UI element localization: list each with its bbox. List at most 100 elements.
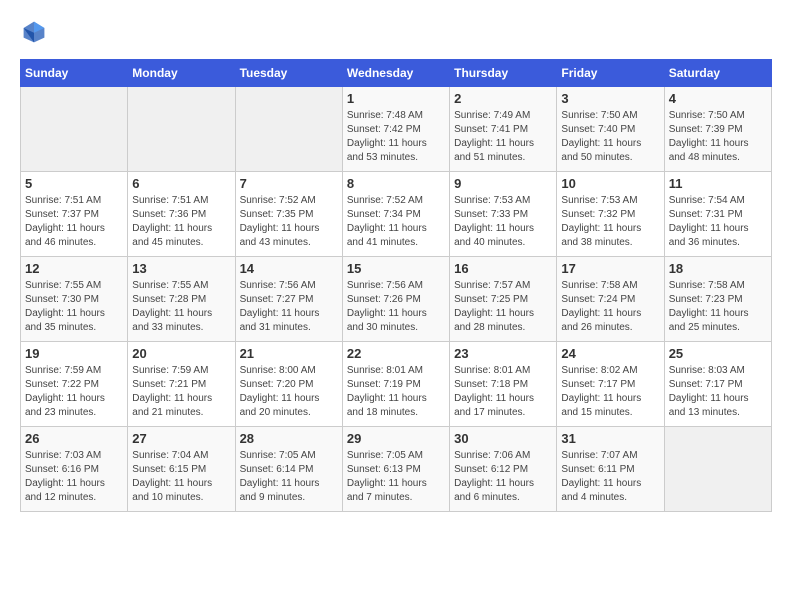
calendar-cell: 8 Sunrise: 7:52 AMSunset: 7:34 PMDaylight… <box>342 172 449 257</box>
logo <box>20 20 50 49</box>
day-number: 7 <box>240 176 338 191</box>
day-info: Sunrise: 8:00 AMSunset: 7:20 PMDaylight:… <box>240 364 338 420</box>
day-info: Sunrise: 7:52 AMSunset: 7:34 PMDaylight:… <box>347 194 445 250</box>
day-number: 16 <box>454 261 552 276</box>
day-number: 31 <box>561 431 659 446</box>
calendar-cell: 13 Sunrise: 7:55 AMSunset: 7:28 PMDayligh… <box>128 257 235 342</box>
day-number: 12 <box>25 261 123 276</box>
calendar-cell: 31 Sunrise: 7:07 AMSunset: 6:11 PMDayligh… <box>557 427 664 512</box>
day-info: Sunrise: 7:53 AMSunset: 7:33 PMDaylight:… <box>454 194 552 250</box>
calendar-cell: 16 Sunrise: 7:57 AMSunset: 7:25 PMDayligh… <box>450 257 557 342</box>
calendar-week-row: 12 Sunrise: 7:55 AMSunset: 7:30 PMDayligh… <box>21 257 772 342</box>
day-number: 28 <box>240 431 338 446</box>
day-info: Sunrise: 8:02 AMSunset: 7:17 PMDaylight:… <box>561 364 659 420</box>
day-info: Sunrise: 8:01 AMSunset: 7:18 PMDaylight:… <box>454 364 552 420</box>
calendar-cell: 26Sunrise: 7:03 AMSunset: 6:16 PMDayligh… <box>21 427 128 512</box>
day-info: Sunrise: 7:51 AMSunset: 7:37 PMDaylight:… <box>25 194 123 250</box>
calendar-table: SundayMondayTuesdayWednesdayThursdayFrid… <box>20 59 772 512</box>
day-number: 3 <box>561 91 659 106</box>
day-number: 11 <box>669 176 767 191</box>
calendar-cell: 24 Sunrise: 8:02 AMSunset: 7:17 PMDayligh… <box>557 342 664 427</box>
calendar-cell <box>128 87 235 172</box>
day-number: 5 <box>25 176 123 191</box>
calendar-cell: 29 Sunrise: 7:05 AMSunset: 6:13 PMDayligh… <box>342 427 449 512</box>
day-number: 19 <box>25 346 123 361</box>
weekday-header-wednesday: Wednesday <box>342 60 449 87</box>
day-number: 27 <box>132 431 230 446</box>
calendar-cell: 14 Sunrise: 7:56 AMSunset: 7:27 PMDayligh… <box>235 257 342 342</box>
calendar-cell: 11 Sunrise: 7:54 AMSunset: 7:31 PMDayligh… <box>664 172 771 257</box>
day-number: 10 <box>561 176 659 191</box>
day-info: Sunrise: 7:58 AMSunset: 7:24 PMDaylight:… <box>561 279 659 335</box>
calendar-cell: 21 Sunrise: 8:00 AMSunset: 7:20 PMDayligh… <box>235 342 342 427</box>
day-info: Sunrise: 8:01 AMSunset: 7:19 PMDaylight:… <box>347 364 445 420</box>
day-info: Sunrise: 7:59 AMSunset: 7:21 PMDaylight:… <box>132 364 230 420</box>
calendar-cell: 1 Sunrise: 7:48 AMSunset: 7:42 PMDaylight… <box>342 87 449 172</box>
day-number: 20 <box>132 346 230 361</box>
day-number: 22 <box>347 346 445 361</box>
day-info: Sunrise: 7:56 AMSunset: 7:27 PMDaylight:… <box>240 279 338 335</box>
calendar-cell: 25 Sunrise: 8:03 AMSunset: 7:17 PMDayligh… <box>664 342 771 427</box>
calendar-cell: 27Sunrise: 7:04 AMSunset: 6:15 PMDayligh… <box>128 427 235 512</box>
logo-icon <box>22 20 46 44</box>
calendar-cell: 3 Sunrise: 7:50 AMSunset: 7:40 PMDaylight… <box>557 87 664 172</box>
day-number: 18 <box>669 261 767 276</box>
calendar-cell: 10 Sunrise: 7:53 AMSunset: 7:32 PMDayligh… <box>557 172 664 257</box>
day-number: 23 <box>454 346 552 361</box>
day-number: 17 <box>561 261 659 276</box>
calendar-cell: 22 Sunrise: 8:01 AMSunset: 7:19 PMDayligh… <box>342 342 449 427</box>
calendar-cell: 5 Sunrise: 7:51 AMSunset: 7:37 PMDaylight… <box>21 172 128 257</box>
weekday-header-friday: Friday <box>557 60 664 87</box>
day-number: 13 <box>132 261 230 276</box>
day-info: Sunrise: 7:06 AMSunset: 6:12 PMDaylight:… <box>454 449 552 505</box>
calendar-cell: 4Sunrise: 7:50 AMSunset: 7:39 PMDaylight… <box>664 87 771 172</box>
calendar-cell: 12 Sunrise: 7:55 AMSunset: 7:30 PMDayligh… <box>21 257 128 342</box>
day-info: Sunrise: 7:52 AMSunset: 7:35 PMDaylight:… <box>240 194 338 250</box>
day-number: 29 <box>347 431 445 446</box>
day-number: 15 <box>347 261 445 276</box>
day-number: 6 <box>132 176 230 191</box>
weekday-header-sunday: Sunday <box>21 60 128 87</box>
day-info: Sunrise: 7:55 AMSunset: 7:30 PMDaylight:… <box>25 279 123 335</box>
day-info: Sunrise: 8:03 AMSunset: 7:17 PMDaylight:… <box>669 364 767 420</box>
weekday-header-tuesday: Tuesday <box>235 60 342 87</box>
day-info: Sunrise: 7:54 AMSunset: 7:31 PMDaylight:… <box>669 194 767 250</box>
calendar-cell: 15Sunrise: 7:56 AMSunset: 7:26 PMDayligh… <box>342 257 449 342</box>
day-info: Sunrise: 7:05 AMSunset: 6:14 PMDaylight:… <box>240 449 338 505</box>
calendar-cell: 20 Sunrise: 7:59 AMSunset: 7:21 PMDayligh… <box>128 342 235 427</box>
day-number: 24 <box>561 346 659 361</box>
day-number: 26 <box>25 431 123 446</box>
page-header <box>20 20 772 49</box>
calendar-week-row: 26Sunrise: 7:03 AMSunset: 6:16 PMDayligh… <box>21 427 772 512</box>
weekday-header-row: SundayMondayTuesdayWednesdayThursdayFrid… <box>21 60 772 87</box>
day-info: Sunrise: 7:51 AMSunset: 7:36 PMDaylight:… <box>132 194 230 250</box>
day-number: 8 <box>347 176 445 191</box>
day-info: Sunrise: 7:59 AMSunset: 7:22 PMDaylight:… <box>25 364 123 420</box>
calendar-cell: 19 Sunrise: 7:59 AMSunset: 7:22 PMDayligh… <box>21 342 128 427</box>
calendar-cell: 23 Sunrise: 8:01 AMSunset: 7:18 PMDayligh… <box>450 342 557 427</box>
day-number: 25 <box>669 346 767 361</box>
calendar-body: 1 Sunrise: 7:48 AMSunset: 7:42 PMDaylight… <box>21 87 772 512</box>
day-info: Sunrise: 7:55 AMSunset: 7:28 PMDaylight:… <box>132 279 230 335</box>
day-number: 1 <box>347 91 445 106</box>
day-info: Sunrise: 7:07 AMSunset: 6:11 PMDaylight:… <box>561 449 659 505</box>
day-info: Sunrise: 7:53 AMSunset: 7:32 PMDaylight:… <box>561 194 659 250</box>
weekday-header-saturday: Saturday <box>664 60 771 87</box>
day-number: 2 <box>454 91 552 106</box>
day-number: 21 <box>240 346 338 361</box>
day-number: 9 <box>454 176 552 191</box>
day-number: 30 <box>454 431 552 446</box>
day-info: Sunrise: 7:49 AMSunset: 7:41 PMDaylight:… <box>454 109 552 165</box>
day-number: 14 <box>240 261 338 276</box>
calendar-cell: 9 Sunrise: 7:53 AMSunset: 7:33 PMDaylight… <box>450 172 557 257</box>
calendar-cell <box>664 427 771 512</box>
day-number: 4 <box>669 91 767 106</box>
calendar-week-row: 1 Sunrise: 7:48 AMSunset: 7:42 PMDaylight… <box>21 87 772 172</box>
day-info: Sunrise: 7:05 AMSunset: 6:13 PMDaylight:… <box>347 449 445 505</box>
calendar-cell: 2 Sunrise: 7:49 AMSunset: 7:41 PMDaylight… <box>450 87 557 172</box>
calendar-cell: 18Sunrise: 7:58 AMSunset: 7:23 PMDayligh… <box>664 257 771 342</box>
day-info: Sunrise: 7:57 AMSunset: 7:25 PMDaylight:… <box>454 279 552 335</box>
day-info: Sunrise: 7:48 AMSunset: 7:42 PMDaylight:… <box>347 109 445 165</box>
calendar-cell: 7 Sunrise: 7:52 AMSunset: 7:35 PMDaylight… <box>235 172 342 257</box>
day-info: Sunrise: 7:50 AMSunset: 7:40 PMDaylight:… <box>561 109 659 165</box>
